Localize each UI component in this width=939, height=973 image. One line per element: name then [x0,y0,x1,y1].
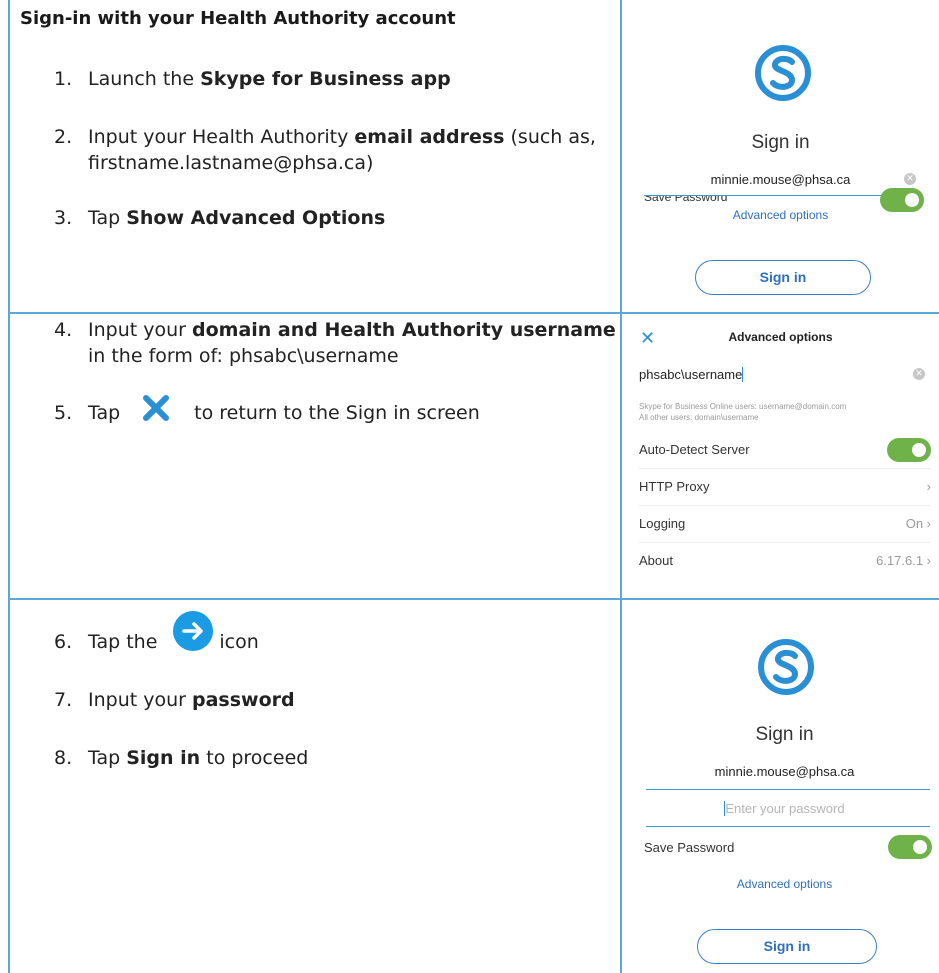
toggle-knob [903,191,921,209]
save-password-toggle[interactable] [888,835,932,859]
save-password-label: Save Password [644,190,728,204]
step-2: 2. Input your Health Authority email addr… [54,126,596,174]
signin-screen-panel-2: Sign in minnie.mouse@phsa.ca Enter your … [622,600,939,973]
row-logging[interactable]: Logging On › [639,506,931,543]
row-http-proxy[interactable]: HTTP Proxy › [639,469,931,506]
step-1: 1. Launch the Skype for Business app [54,68,451,90]
signin-button[interactable]: Sign in [695,260,871,295]
step-5: 5. Tap to return to the Sign in screen [54,402,480,424]
signin-title: Sign in [755,724,814,745]
close-x-icon [143,395,169,421]
signin-button[interactable]: Sign in [697,929,877,964]
clear-input-icon[interactable]: ✕ [913,368,925,380]
arrow-right-circle-icon [173,611,213,651]
chevron-right-icon: › [926,479,931,494]
instructions-heading: Sign-in with your Health Authority accou… [20,8,456,29]
auto-detect-toggle[interactable] [887,438,931,462]
toggle-knob [910,441,928,459]
save-password-label: Save Password [644,840,735,855]
email-field[interactable]: minnie.mouse@phsa.ca [622,764,939,779]
advanced-options-panel: ✕ Advanced options phsabc\username ✕ Sky… [622,314,939,598]
step-8: 8. Tap Sign in to proceed [54,747,309,769]
domain-username-input[interactable]: phsabc\username [639,367,744,382]
text-caret [742,367,744,382]
left-border [8,0,10,973]
toggle-knob [911,838,929,856]
skype-logo-icon [754,44,812,102]
step-3: 3. Tap Show Advanced Options [54,207,386,229]
signin-title: Sign in [751,132,810,153]
hint-line-1: Skype for Business Online users: usernam… [639,402,847,411]
email-field[interactable]: minnie.mouse@phsa.ca [622,172,939,187]
password-underline [646,826,930,827]
advanced-options-title: Advanced options [728,330,833,344]
step-7: 7. Input your password [54,689,295,711]
step-6: 6. Tap the icon [54,631,259,653]
row-about[interactable]: About 6.17.6.1 › [639,543,931,580]
email-underline [646,789,930,790]
row-auto-detect-server[interactable]: Auto-Detect Server [639,432,931,469]
step-4: 4. Input your domain and Health Authority… [54,319,616,367]
advanced-options-link[interactable]: Advanced options [622,208,939,222]
password-input[interactable]: Enter your password [622,801,939,816]
advanced-options-link[interactable]: Advanced options [622,877,939,891]
skype-logo-icon [757,638,815,696]
clear-input-icon[interactable]: ✕ [904,173,916,185]
hint-line-2: All other users: domain\username [639,413,759,422]
signin-screen-panel-1: Sign in minnie.mouse@phsa.ca ✕ Save Pass… [622,2,939,312]
